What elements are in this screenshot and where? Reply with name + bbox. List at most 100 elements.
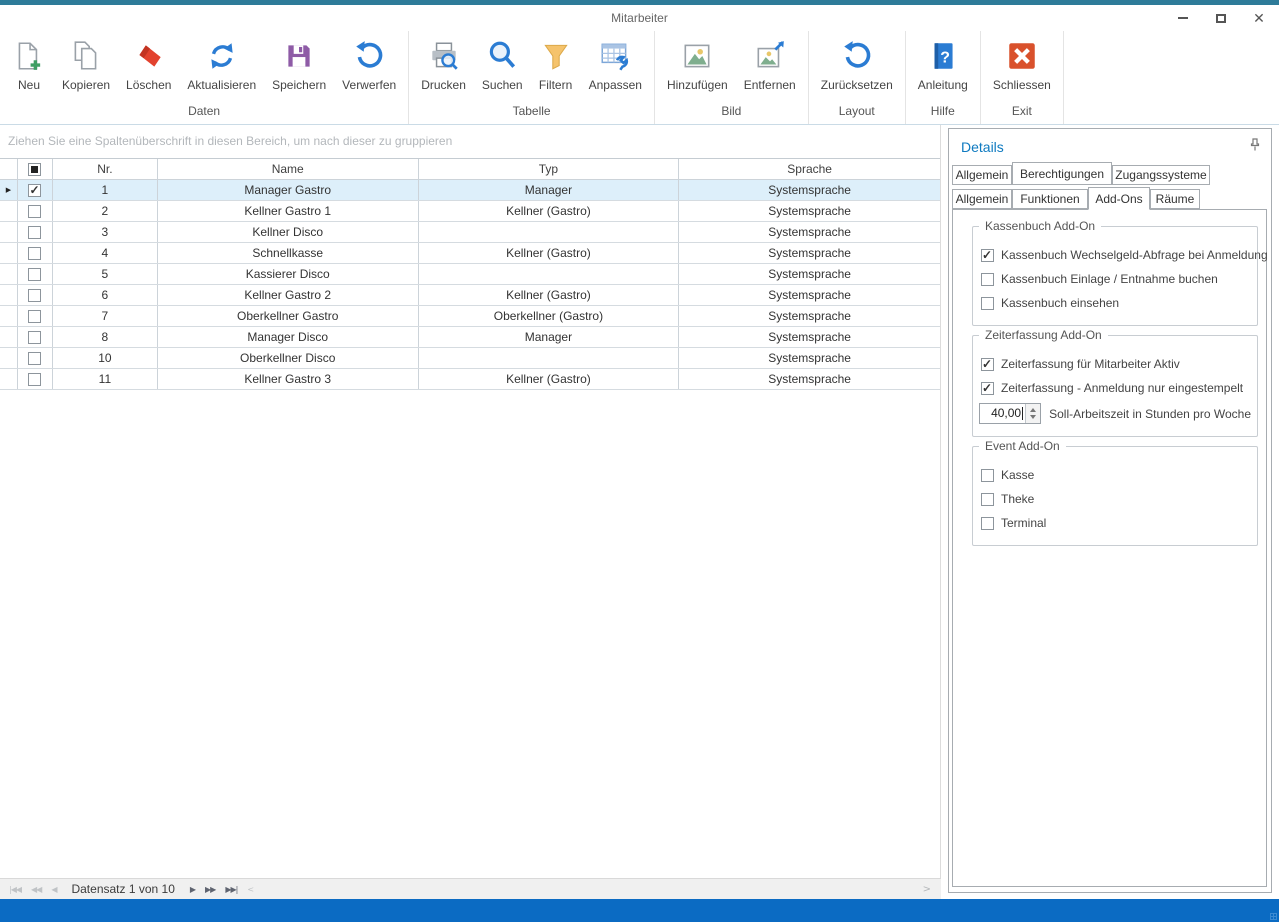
tab-funktionen[interactable]: Funktionen xyxy=(1012,189,1088,209)
undo-icon xyxy=(352,39,386,73)
speichern-label: Speichern xyxy=(272,78,326,92)
anpassen-button[interactable]: Anpassen xyxy=(581,36,650,95)
schliessen-label: Schliessen xyxy=(993,78,1051,92)
column-header-name[interactable]: Name xyxy=(158,159,419,179)
table-row[interactable]: 7 Oberkellner Gastro Oberkellner (Gastro… xyxy=(0,306,940,327)
pin-icon[interactable] xyxy=(1250,138,1261,156)
checkbox-row[interactable]: Kassenbuch Wechselgeld-Abfrage bei Anmel… xyxy=(979,243,1251,267)
table-row[interactable]: 2 Kellner Gastro 1 Kellner (Gastro) Syst… xyxy=(0,201,940,222)
anleitung-button[interactable]: ? Anleitung xyxy=(910,36,976,95)
tab-berechtigungen[interactable]: Berechtigungen xyxy=(1012,162,1112,185)
cell-nr: 8 xyxy=(53,327,158,347)
row-checkbox[interactable] xyxy=(18,222,53,242)
suchen-button[interactable]: Suchen xyxy=(474,36,531,95)
verwerfen-label: Verwerfen xyxy=(342,78,396,92)
zeiterfassung-addon-group-title: Zeiterfassung Add-On xyxy=(979,328,1108,342)
checkbox-label: Terminal xyxy=(1001,516,1046,530)
minimize-button[interactable] xyxy=(1171,8,1195,28)
checkbox-row[interactable]: Kassenbuch Einlage / Entnahme buchen xyxy=(979,267,1251,291)
table-row[interactable]: ▶ 1 Manager Gastro Manager Systemsprache xyxy=(0,180,940,201)
entfernen-button[interactable]: Entfernen xyxy=(736,36,804,95)
tab-zugangssysteme[interactable]: Zugangssysteme xyxy=(1112,165,1210,185)
kopieren-button[interactable]: Kopieren xyxy=(54,36,118,95)
spin-up-icon[interactable] xyxy=(1030,408,1036,412)
checkbox-row[interactable]: Terminal xyxy=(979,511,1251,535)
zuruecksetzen-button[interactable]: Zurücksetzen xyxy=(813,36,901,95)
show-desktop-grip[interactable] xyxy=(1270,913,1277,920)
column-header-nr[interactable]: Nr. xyxy=(53,159,158,179)
row-checkbox[interactable] xyxy=(18,306,53,326)
checkbox-row[interactable]: Zeiterfassung - Anmeldung nur eingestemp… xyxy=(979,376,1251,400)
groupby-bar[interactable]: Ziehen Sie eine Spaltenüberschrift in di… xyxy=(0,125,940,158)
row-checkbox[interactable] xyxy=(18,243,53,263)
checkbox-row[interactable]: Kassenbuch einsehen xyxy=(979,291,1251,315)
nav-scroll-left-icon[interactable]: < xyxy=(242,885,258,894)
ribbon-group-label-bild: Bild xyxy=(655,102,808,124)
row-checkbox[interactable] xyxy=(18,180,53,200)
checkbox-icon xyxy=(28,352,41,365)
scroll-right-icon[interactable]: > xyxy=(923,884,935,895)
table-row[interactable]: 4 Schnellkasse Kellner (Gastro) Systemsp… xyxy=(0,243,940,264)
checkbox-checked-icon[interactable] xyxy=(981,358,994,371)
row-checkbox[interactable] xyxy=(18,327,53,347)
table-row[interactable]: 11 Kellner Gastro 3 Kellner (Gastro) Sys… xyxy=(0,369,940,390)
work-hours-input[interactable]: 40,00 xyxy=(979,403,1041,424)
row-checkbox[interactable] xyxy=(18,348,53,368)
row-checkbox[interactable] xyxy=(18,369,53,389)
cell-typ xyxy=(419,222,680,242)
drucken-button[interactable]: Drucken xyxy=(413,36,474,95)
tab-add-ons[interactable]: Add-Ons xyxy=(1088,187,1150,210)
column-header-typ[interactable]: Typ xyxy=(419,159,680,179)
checkbox-checked-icon[interactable] xyxy=(981,249,994,262)
checkbox-icon[interactable] xyxy=(981,469,994,482)
checkbox-row[interactable]: Theke xyxy=(979,487,1251,511)
row-checkbox[interactable] xyxy=(18,201,53,221)
maximize-button[interactable] xyxy=(1209,8,1233,28)
checkbox-icon[interactable] xyxy=(981,493,994,506)
spinner-buttons[interactable] xyxy=(1025,404,1040,423)
ribbon-group-bild: Hinzufügen Entfernen Bild xyxy=(655,31,809,124)
table-row[interactable]: 6 Kellner Gastro 2 Kellner (Gastro) Syst… xyxy=(0,285,940,306)
row-indicator xyxy=(0,243,18,263)
checkbox-icon[interactable] xyxy=(981,273,994,286)
loeschen-button[interactable]: Löschen xyxy=(118,36,179,95)
checkbox-row[interactable]: Kasse xyxy=(979,463,1251,487)
nav-prev-icon[interactable]: ◀ xyxy=(46,885,61,894)
speichern-button[interactable]: Speichern xyxy=(264,36,334,95)
checkbox-icon[interactable] xyxy=(981,517,994,530)
table-row[interactable]: 3 Kellner Disco Systemsprache xyxy=(0,222,940,243)
nav-prev-page-icon[interactable]: ◀◀ xyxy=(26,885,46,894)
cell-nr: 1 xyxy=(53,180,158,200)
nav-last-icon[interactable]: ▶▶| xyxy=(220,885,242,894)
column-header-sprache[interactable]: Sprache xyxy=(679,159,940,179)
tab-raeume[interactable]: Räume xyxy=(1150,189,1200,209)
filtern-button[interactable]: Filtern xyxy=(531,36,581,95)
table-row[interactable]: 5 Kassierer Disco Systemsprache xyxy=(0,264,940,285)
nav-first-icon[interactable]: |◀◀ xyxy=(4,885,26,894)
employee-grid: Ziehen Sie eine Spaltenüberschrift in di… xyxy=(0,125,941,899)
tab-allgemein-inner[interactable]: Allgemein xyxy=(952,189,1012,209)
table-row[interactable]: 8 Manager Disco Manager Systemsprache xyxy=(0,327,940,348)
table-row[interactable]: 10 Oberkellner Disco Systemsprache xyxy=(0,348,940,369)
nav-next-icon[interactable]: ▶ xyxy=(185,885,200,894)
ribbon-group-label-daten: Daten xyxy=(0,102,408,124)
row-checkbox[interactable] xyxy=(18,285,53,305)
cell-name: Manager Gastro xyxy=(158,180,419,200)
spin-down-icon[interactable] xyxy=(1030,415,1036,419)
aktualisieren-button[interactable]: Aktualisieren xyxy=(179,36,264,95)
schliessen-button[interactable]: Schliessen xyxy=(985,36,1059,95)
nav-next-page-icon[interactable]: ▶▶ xyxy=(200,885,220,894)
checkbox-checked-icon[interactable] xyxy=(981,382,994,395)
select-all-checkbox[interactable] xyxy=(18,159,53,179)
tab-allgemein-outer[interactable]: Allgemein xyxy=(952,165,1012,185)
checkbox-row[interactable]: Zeiterfassung für Mitarbeiter Aktiv xyxy=(979,352,1251,376)
hinzufuegen-button[interactable]: Hinzufügen xyxy=(659,36,736,95)
verwerfen-button[interactable]: Verwerfen xyxy=(334,36,404,95)
checkbox-icon xyxy=(28,268,41,281)
neu-button[interactable]: Neu xyxy=(4,36,54,95)
checkbox-icon[interactable] xyxy=(981,297,994,310)
aktualisieren-label: Aktualisieren xyxy=(187,78,256,92)
customize-table-icon xyxy=(598,39,632,73)
row-checkbox[interactable] xyxy=(18,264,53,284)
close-button[interactable]: ✕ xyxy=(1247,8,1271,28)
